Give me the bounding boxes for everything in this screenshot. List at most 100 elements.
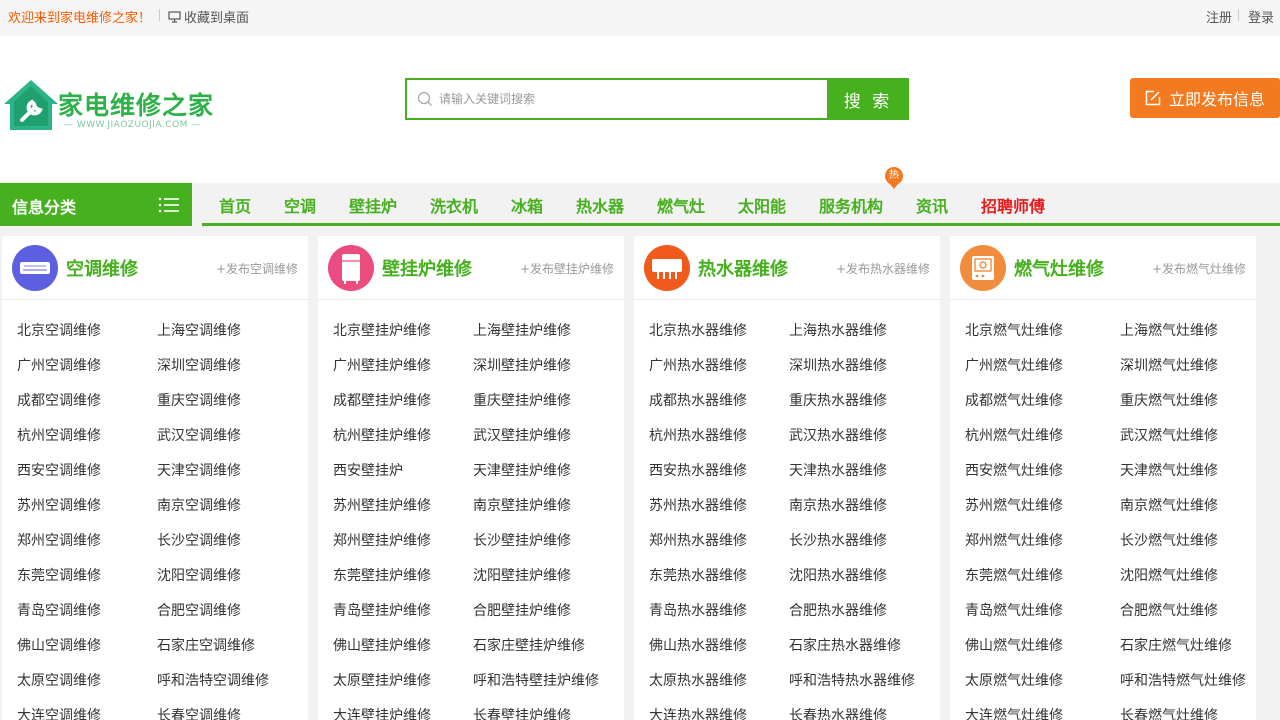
city-link[interactable]: 太原空调维修 (17, 670, 101, 690)
login-link[interactable]: 登录 (1248, 7, 1274, 26)
city-link[interactable]: 苏州燃气灶维修 (965, 495, 1063, 515)
city-link[interactable]: 呼和浩特空调维修 (157, 670, 269, 690)
city-link[interactable]: 长春空调维修 (157, 705, 241, 720)
publish-button[interactable]: 立即发布信息 (1130, 78, 1280, 118)
city-link[interactable]: 南京壁挂炉维修 (473, 495, 571, 515)
city-link[interactable]: 合肥热水器维修 (789, 600, 887, 620)
city-link[interactable]: 武汉壁挂炉维修 (473, 425, 571, 445)
nav-news[interactable]: 资讯 (916, 193, 948, 217)
city-link[interactable]: 北京壁挂炉维修 (333, 320, 431, 340)
nav-water-heater[interactable]: 热水器 (576, 193, 624, 217)
card-publish-link[interactable]: +发布燃气灶维修 (1152, 260, 1246, 277)
city-link[interactable]: 大连壁挂炉维修 (333, 705, 431, 720)
city-link[interactable]: 长春燃气灶维修 (1120, 705, 1218, 720)
nav-home[interactable]: 首页 (219, 193, 251, 217)
card-title[interactable]: 空调维修 (66, 255, 138, 281)
city-link[interactable]: 东莞壁挂炉维修 (333, 565, 431, 585)
nav-air-conditioner[interactable]: 空调 (284, 193, 316, 217)
city-link[interactable]: 深圳壁挂炉维修 (473, 355, 571, 375)
city-link[interactable]: 天津壁挂炉维修 (473, 460, 571, 480)
city-link[interactable]: 杭州壁挂炉维修 (333, 425, 431, 445)
city-link[interactable]: 沈阳空调维修 (157, 565, 241, 585)
city-link[interactable]: 合肥壁挂炉维修 (473, 600, 571, 620)
city-link[interactable]: 长沙空调维修 (157, 530, 241, 550)
city-link[interactable]: 重庆空调维修 (157, 390, 241, 410)
city-link[interactable]: 西安空调维修 (17, 460, 101, 480)
city-link[interactable]: 佛山空调维修 (17, 635, 101, 655)
city-link[interactable]: 长沙热水器维修 (789, 530, 887, 550)
city-link[interactable]: 深圳空调维修 (157, 355, 241, 375)
city-link[interactable]: 西安热水器维修 (649, 460, 747, 480)
city-link[interactable]: 杭州燃气灶维修 (965, 425, 1063, 445)
search-button[interactable]: 搜 索 (827, 78, 909, 120)
card-title[interactable]: 燃气灶维修 (1014, 255, 1104, 281)
city-link[interactable]: 天津空调维修 (157, 460, 241, 480)
city-link[interactable]: 佛山热水器维修 (649, 635, 747, 655)
city-link[interactable]: 大连热水器维修 (649, 705, 747, 720)
city-link[interactable]: 苏州壁挂炉维修 (333, 495, 431, 515)
city-link[interactable]: 北京空调维修 (17, 320, 101, 340)
city-link[interactable]: 武汉空调维修 (157, 425, 241, 445)
city-link[interactable]: 合肥燃气灶维修 (1120, 600, 1218, 620)
city-link[interactable]: 杭州热水器维修 (649, 425, 747, 445)
city-link[interactable]: 青岛空调维修 (17, 600, 101, 620)
city-link[interactable]: 石家庄壁挂炉维修 (473, 635, 585, 655)
nav-wall-boiler[interactable]: 壁挂炉 (349, 193, 397, 217)
city-link[interactable]: 重庆壁挂炉维修 (473, 390, 571, 410)
city-link[interactable]: 上海壁挂炉维修 (473, 320, 571, 340)
city-link[interactable]: 广州壁挂炉维修 (333, 355, 431, 375)
city-link[interactable]: 苏州空调维修 (17, 495, 101, 515)
search-input[interactable] (439, 88, 819, 110)
city-link[interactable]: 北京热水器维修 (649, 320, 747, 340)
city-link[interactable]: 石家庄燃气灶维修 (1120, 635, 1232, 655)
city-link[interactable]: 上海热水器维修 (789, 320, 887, 340)
nav-washing-machine[interactable]: 洗衣机 (430, 193, 478, 217)
city-link[interactable]: 长沙壁挂炉维修 (473, 530, 571, 550)
city-link[interactable]: 石家庄空调维修 (157, 635, 255, 655)
favorite-link[interactable]: 收藏到桌面 (168, 7, 249, 26)
city-link[interactable]: 深圳燃气灶维修 (1120, 355, 1218, 375)
card-title[interactable]: 壁挂炉维修 (382, 255, 472, 281)
city-link[interactable]: 青岛壁挂炉维修 (333, 600, 431, 620)
city-link[interactable]: 太原燃气灶维修 (965, 670, 1063, 690)
city-link[interactable]: 青岛燃气灶维修 (965, 600, 1063, 620)
city-link[interactable]: 广州空调维修 (17, 355, 101, 375)
city-link[interactable]: 大连燃气灶维修 (965, 705, 1063, 720)
city-link[interactable]: 南京燃气灶维修 (1120, 495, 1218, 515)
city-link[interactable]: 东莞燃气灶维修 (965, 565, 1063, 585)
city-link[interactable]: 上海燃气灶维修 (1120, 320, 1218, 340)
city-link[interactable]: 南京空调维修 (157, 495, 241, 515)
city-link[interactable]: 深圳热水器维修 (789, 355, 887, 375)
card-publish-link[interactable]: +发布热水器维修 (836, 260, 930, 277)
city-link[interactable]: 呼和浩特壁挂炉维修 (473, 670, 599, 690)
city-link[interactable]: 郑州热水器维修 (649, 530, 747, 550)
city-link[interactable]: 北京燃气灶维修 (965, 320, 1063, 340)
city-link[interactable]: 重庆热水器维修 (789, 390, 887, 410)
city-link[interactable]: 长春热水器维修 (789, 705, 887, 720)
city-link[interactable]: 西安壁挂炉 (333, 460, 403, 480)
city-link[interactable]: 武汉热水器维修 (789, 425, 887, 445)
nav-service-agencies[interactable]: 服务机构 (819, 193, 883, 217)
city-link[interactable]: 沈阳热水器维修 (789, 565, 887, 585)
city-link[interactable]: 天津燃气灶维修 (1120, 460, 1218, 480)
city-link[interactable]: 佛山壁挂炉维修 (333, 635, 431, 655)
register-link[interactable]: 注册 (1206, 7, 1232, 26)
city-link[interactable]: 西安燃气灶维修 (965, 460, 1063, 480)
city-link[interactable]: 成都热水器维修 (649, 390, 747, 410)
city-link[interactable]: 东莞热水器维修 (649, 565, 747, 585)
city-link[interactable]: 杭州空调维修 (17, 425, 101, 445)
category-menu-button[interactable]: 信息分类 (0, 183, 192, 226)
city-link[interactable]: 太原壁挂炉维修 (333, 670, 431, 690)
city-link[interactable]: 成都燃气灶维修 (965, 390, 1063, 410)
card-publish-link[interactable]: +发布空调维修 (216, 260, 298, 277)
nav-recruit[interactable]: 招聘师傅 (981, 193, 1045, 217)
card-publish-link[interactable]: +发布壁挂炉维修 (520, 260, 614, 277)
city-link[interactable]: 东莞空调维修 (17, 565, 101, 585)
city-link[interactable]: 广州热水器维修 (649, 355, 747, 375)
city-link[interactable]: 郑州空调维修 (17, 530, 101, 550)
site-logo[interactable]: 家电维修之家 — WWW.JIAOZUOJIA.COM — (2, 78, 222, 138)
city-link[interactable]: 上海空调维修 (157, 320, 241, 340)
city-link[interactable]: 天津热水器维修 (789, 460, 887, 480)
city-link[interactable]: 沈阳燃气灶维修 (1120, 565, 1218, 585)
city-link[interactable]: 沈阳壁挂炉维修 (473, 565, 571, 585)
